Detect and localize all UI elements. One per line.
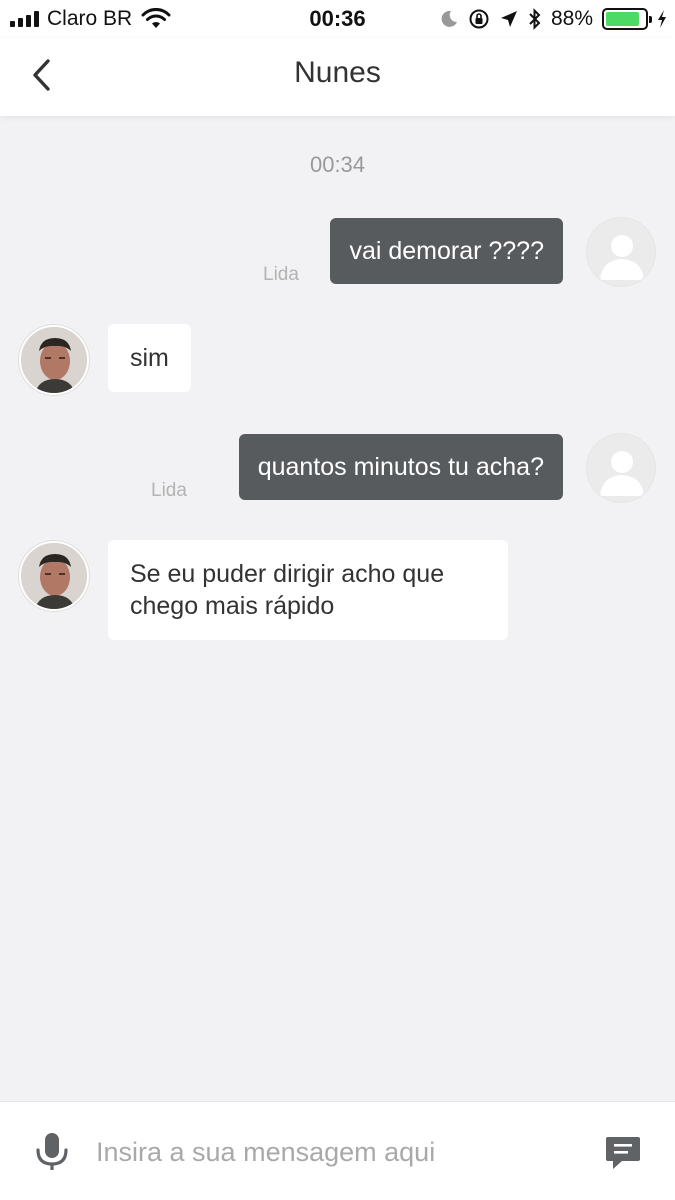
status-right: 88% bbox=[439, 6, 667, 32]
read-receipt: Lida bbox=[151, 480, 187, 501]
my-avatar[interactable] bbox=[586, 433, 656, 503]
orientation-lock-icon bbox=[469, 9, 489, 29]
message-send-icon bbox=[606, 1137, 640, 1169]
message-bubble-incoming[interactable]: sim bbox=[108, 324, 191, 392]
message-input[interactable] bbox=[96, 1130, 576, 1174]
moon-icon bbox=[441, 10, 457, 27]
send-message-button[interactable] bbox=[604, 1134, 642, 1172]
default-avatar-icon bbox=[600, 451, 644, 496]
battery-level bbox=[606, 12, 640, 26]
charging-icon bbox=[658, 10, 666, 28]
contact-avatar[interactable] bbox=[19, 541, 89, 611]
message-bubble-incoming[interactable]: Se eu puder dirigir acho que chego mais … bbox=[108, 540, 508, 640]
read-receipt: Lida bbox=[263, 264, 299, 285]
contact-photo-icon bbox=[21, 543, 87, 609]
bluetooth-icon bbox=[529, 8, 541, 30]
battery-icon bbox=[602, 8, 652, 30]
message-bubble-outgoing[interactable]: quantos minutos tu acha? bbox=[238, 434, 563, 500]
location-icon bbox=[500, 11, 517, 27]
contact-photo-icon bbox=[21, 327, 87, 393]
my-avatar[interactable] bbox=[586, 217, 656, 287]
message-composer bbox=[0, 1101, 675, 1200]
default-avatar-icon bbox=[600, 235, 644, 280]
message-timestamp: 00:34 bbox=[309, 152, 366, 177]
contact-avatar[interactable] bbox=[19, 325, 89, 395]
message-bubble-outgoing[interactable]: vai demorar ???? bbox=[330, 218, 563, 284]
contact-name-title: Nunes bbox=[294, 56, 381, 89]
voice-message-button[interactable] bbox=[34, 1132, 70, 1172]
battery-percent: 88% bbox=[550, 7, 593, 30]
status-bar: Claro BR 00:36 88% bbox=[0, 0, 675, 38]
microphone-icon bbox=[36, 1133, 68, 1170]
chat-header: Nunes bbox=[0, 38, 675, 116]
